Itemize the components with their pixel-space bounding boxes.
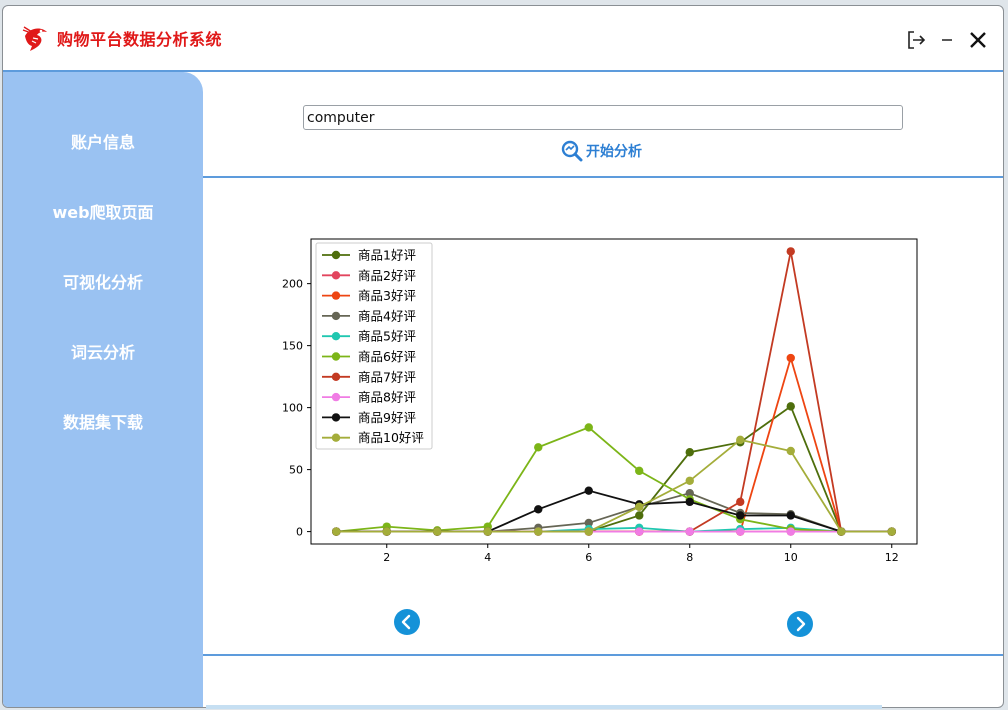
series-10-point (382, 527, 391, 536)
background-taskbar-strip (206, 705, 882, 709)
legend-label: 商品5好评 (358, 329, 416, 344)
series-9-point (584, 486, 593, 495)
series-1-point (786, 402, 795, 411)
x-tick-label: 10 (784, 551, 798, 564)
series-10-point (685, 476, 694, 485)
series-9-point (736, 511, 745, 520)
series-10-point (584, 527, 593, 536)
series-1-point (685, 448, 694, 457)
start-analysis-button[interactable]: 开始分析 (561, 140, 642, 162)
minimize-icon (942, 39, 952, 41)
legend-label: 商品2好评 (358, 268, 416, 283)
y-tick-label: 50 (289, 464, 303, 477)
series-8-point (786, 527, 795, 536)
legend-swatch-marker (331, 433, 341, 442)
series-8-point (736, 527, 745, 536)
legend-label: 商品9好评 (358, 410, 416, 425)
legend-swatch-marker (331, 392, 341, 402)
sidebar-item-account-info[interactable]: 账户信息 (3, 129, 203, 153)
legend-label: 商品3好评 (358, 288, 416, 303)
series-9-point (534, 505, 543, 514)
legend-swatch-marker (331, 352, 341, 361)
series-10-point (534, 527, 543, 536)
sidebar-item-web-crawl[interactable]: web爬取页面 (3, 199, 203, 223)
series-6-point (534, 443, 543, 452)
search-analyze-icon (561, 140, 583, 162)
series-10-point (736, 435, 745, 445)
legend-swatch-marker (331, 332, 341, 341)
close-button[interactable] (966, 28, 990, 52)
series-8-point (685, 527, 694, 536)
start-analysis-label: 开始分析 (586, 144, 642, 160)
legend-swatch-marker (331, 250, 341, 260)
legend-label: 商品4好评 (358, 308, 416, 323)
series-10-point (786, 446, 795, 456)
chevron-right-icon (796, 616, 806, 632)
bottom-divider (203, 654, 1003, 656)
series-6-point (584, 423, 593, 432)
series-6-point (635, 466, 644, 476)
series-10-point (635, 502, 644, 512)
x-tick-label: 12 (885, 551, 899, 564)
series-10-point (837, 527, 846, 536)
minimize-button[interactable] (935, 28, 959, 52)
x-tick-label: 6 (585, 551, 592, 564)
series-9-point (685, 497, 694, 507)
legend-swatch-marker (331, 413, 341, 422)
series-9-point (786, 511, 795, 520)
series-10-point (332, 527, 341, 536)
x-tick-label: 2 (383, 551, 390, 564)
y-tick-label: 200 (282, 278, 303, 291)
prev-chart-button[interactable] (394, 609, 420, 635)
x-tick-label: 4 (484, 551, 491, 564)
series-3-point (786, 353, 795, 363)
series-10-point (483, 527, 492, 536)
series-10-point (887, 527, 896, 536)
y-tick-label: 150 (282, 340, 303, 353)
legend-label: 商品10好评 (358, 430, 424, 445)
sidebar-item-dataset-download[interactable]: 数据集下载 (3, 409, 203, 433)
logout-icon (908, 31, 926, 49)
x-tick-label: 8 (686, 551, 693, 564)
shrimp-logo-icon (22, 26, 47, 51)
series-10-point (433, 527, 442, 536)
app-title: 购物平台数据分析系统 (57, 30, 223, 49)
sidebar: 账户信息 web爬取页面 可视化分析 词云分析 数据集下载 (3, 72, 203, 707)
series-1-point (635, 511, 644, 520)
series-8-point (635, 527, 644, 536)
sidebar-item-wordcloud[interactable]: 词云分析 (3, 339, 203, 363)
legend-label: 商品6好评 (358, 349, 416, 364)
chevron-left-icon (401, 614, 411, 630)
legend-label: 商品7好评 (358, 369, 416, 384)
top-divider (203, 176, 1003, 178)
series-7-point (736, 497, 745, 507)
y-tick-label: 100 (282, 402, 303, 415)
legend-label: 商品8好评 (358, 390, 416, 405)
legend-swatch-marker (331, 372, 341, 381)
search-input[interactable] (303, 105, 903, 130)
app-window: 购物平台数据分析系统 账户信息 web爬取页面 可视化分析 词云分析 数据集下载 (2, 5, 1004, 708)
legend-swatch-marker (331, 311, 341, 321)
close-icon (970, 32, 986, 48)
logout-button[interactable] (904, 28, 928, 52)
legend-swatch-marker (331, 271, 341, 280)
next-chart-button[interactable] (787, 611, 813, 637)
y-tick-label: 0 (296, 526, 303, 539)
good-reviews-line-chart: 2 4 6 8 10 12 0 50 100 150 200 商品1好评商品2好评商品3好评商品4好评… (282, 238, 918, 564)
series-7-point (786, 247, 795, 256)
sidebar-item-visual-analysis[interactable]: 可视化分析 (3, 269, 203, 293)
legend-label: 商品1好评 (358, 248, 416, 263)
legend-swatch-marker (331, 291, 341, 300)
title-bar: 购物平台数据分析系统 (3, 6, 1003, 72)
